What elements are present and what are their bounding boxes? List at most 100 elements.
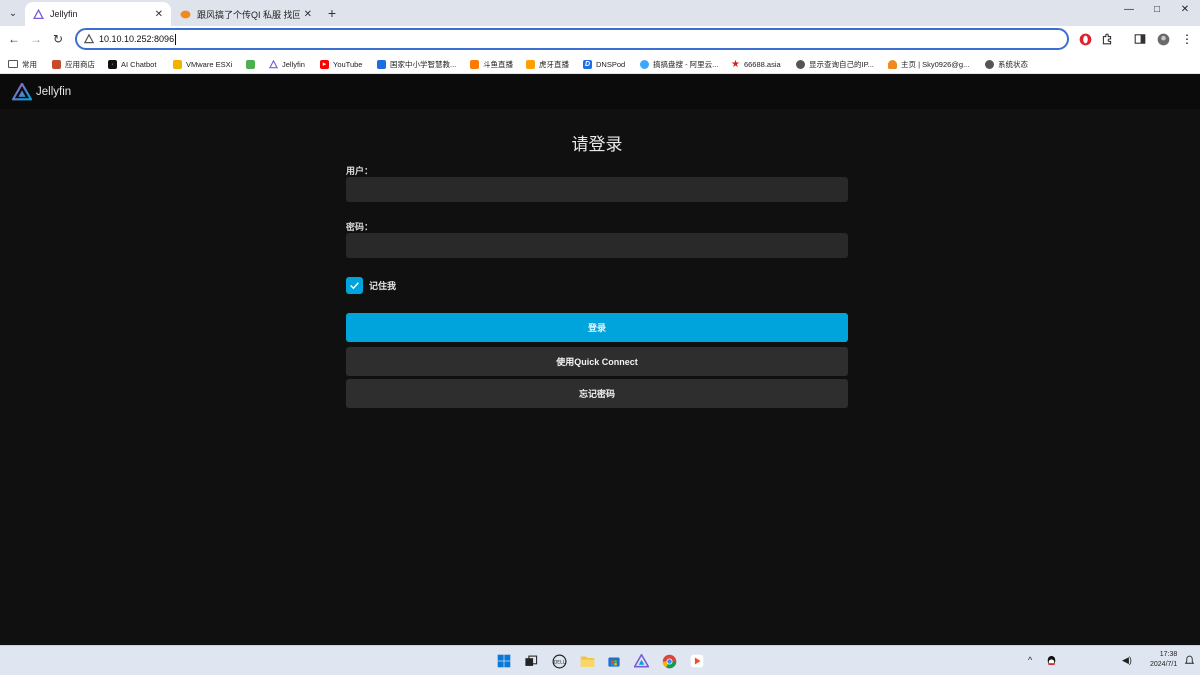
bookmark-item[interactable]: 应用商店: [52, 57, 95, 71]
windows-start-icon[interactable]: [496, 653, 512, 669]
bookmark-label: YouTube: [333, 59, 363, 69]
bookmark-label: 虎牙直播: [539, 59, 569, 69]
media-player-icon[interactable]: [689, 653, 705, 669]
file-explorer-icon[interactable]: [579, 653, 595, 669]
bookmark-label: 应用商店: [65, 59, 95, 69]
close-window-button[interactable]: ✕: [1172, 4, 1198, 15]
tab-forum-post[interactable]: 跟风搞了个传QI 私服 找回以前 ✕: [172, 2, 320, 26]
bookmark-item[interactable]: 常用: [8, 57, 37, 71]
app-icon: [246, 59, 255, 69]
bookmark-label: AI Chatbot: [121, 59, 157, 69]
qq-tray-icon[interactable]: [1046, 655, 1057, 669]
bookmark-item[interactable]: 显示查询自己的IP...: [796, 57, 874, 71]
site-info-icon[interactable]: [83, 33, 95, 45]
store-icon[interactable]: [606, 653, 622, 669]
bookmark-item[interactable]: ★ 66688.asia: [731, 57, 781, 71]
bookmark-label: 显示查询自己的IP...: [809, 59, 874, 69]
url-text: 10.10.10.252:8096: [99, 34, 175, 44]
bookmark-item[interactable]: VMware ESXi: [173, 57, 232, 71]
chatbot-icon: ·: [108, 59, 117, 69]
forum-favicon-icon: [180, 9, 191, 20]
tab-jellyfin[interactable]: Jellyfin ✕: [25, 2, 171, 26]
remember-me-label: 记住我: [369, 281, 397, 291]
bookmark-label: 常用: [22, 59, 37, 69]
notification-bell-icon[interactable]: [1184, 655, 1195, 668]
star-icon: ★: [731, 58, 740, 70]
password-input[interactable]: [346, 233, 848, 258]
clock-date: 2024/7/1: [1150, 661, 1178, 668]
jellyfin-icon: [269, 59, 278, 68]
bookmark-item[interactable]: 虎牙直播: [526, 57, 569, 71]
forgot-password-button[interactable]: 忘记密码: [346, 379, 848, 408]
side-panel-icon[interactable]: [1133, 32, 1147, 46]
bookmark-item[interactable]: 系统状态: [985, 57, 1028, 71]
back-arrow-icon[interactable]: ←: [6, 31, 22, 47]
browser-toolbar: ← → ↻ 10.10.10.252:8096 ⋮: [0, 26, 1200, 53]
volume-icon[interactable]: ◀): [1122, 655, 1132, 666]
tab-title: 跟风搞了个传QI 私服 找回以前: [197, 9, 300, 20]
folder-icon: [8, 60, 18, 68]
system-clock[interactable]: 17:38 2024/7/1: [1150, 650, 1177, 670]
bookmark-item[interactable]: 斗鱼直播: [470, 57, 513, 71]
jellyfin-logo[interactable]: Jellyfin: [12, 83, 71, 101]
remember-me-row[interactable]: 记住我: [346, 277, 396, 294]
bookmark-item[interactable]: D DNSPod: [583, 57, 625, 71]
quick-connect-button[interactable]: 使用Quick Connect: [346, 347, 848, 376]
login-button[interactable]: 登录: [346, 313, 848, 342]
vmware-icon: [173, 59, 182, 69]
bookmark-item[interactable]: ▸ YouTube: [320, 57, 362, 71]
minimize-button[interactable]: —: [1116, 4, 1142, 15]
browser-menu-icon[interactable]: ⋮: [1180, 32, 1194, 46]
bookmark-item[interactable]: Jellyfin: [269, 57, 305, 71]
jellyfin-icon[interactable]: [633, 653, 649, 669]
logo-text: Jellyfin: [36, 86, 72, 98]
huya-icon: [526, 59, 535, 69]
chrome-icon[interactable]: [661, 653, 677, 669]
tray-overflow-chevron-icon[interactable]: ^: [1028, 655, 1032, 665]
bookmark-label: VMware ESXi: [186, 59, 233, 69]
globe-icon: [985, 59, 994, 69]
extensions-puzzle-icon[interactable]: [1100, 32, 1114, 46]
dell-icon[interactable]: DELL: [551, 653, 567, 669]
bookmark-item[interactable]: 国家中小学智慧教...: [377, 57, 456, 71]
password-label: 密码：: [346, 222, 374, 232]
pansou-icon: [640, 59, 649, 69]
bookmark-item[interactable]: [246, 57, 259, 71]
task-view-icon[interactable]: [523, 653, 539, 669]
clock-time: 17:38: [1159, 651, 1178, 658]
tab-search-chevron-icon[interactable]: ⌄: [4, 4, 22, 22]
username-input[interactable]: [346, 177, 848, 202]
bookmarks-bar: 常用 应用商店 · AI Chatbot VMware ESXi Jellyfi…: [0, 53, 1200, 74]
profile-avatar-icon[interactable]: [1156, 32, 1170, 46]
opera-extension-icon[interactable]: [1078, 32, 1092, 46]
forward-arrow-icon[interactable]: →: [28, 31, 44, 47]
page-title: 请登录: [571, 135, 623, 154]
tab-close-icon[interactable]: ✕: [304, 9, 312, 20]
maximize-button[interactable]: □: [1144, 4, 1170, 15]
bookmark-item[interactable]: · AI Chatbot: [108, 57, 156, 71]
bookmark-label: 搞搞盘搜 - 阿里云...: [653, 59, 719, 69]
os-taskbar: DELL ^ ◀) 17:38 2024/7/1: [0, 645, 1200, 675]
bookmark-label: DNSPod: [596, 59, 626, 69]
douyu-icon: [470, 59, 479, 69]
bookmark-label: 国家中小学智慧教...: [390, 59, 457, 69]
globe-icon: [796, 59, 805, 69]
jellyfin-logo-icon: [12, 83, 32, 101]
bookmark-label: 主页 | Sky0926@g...: [901, 59, 970, 69]
browser-tabstrip: ⌄ Jellyfin ✕ 跟风搞了个传QI 私服 找回以前 ✕ + — □ ✕: [0, 0, 1200, 26]
bookmark-label: 斗鱼直播: [483, 59, 513, 69]
tab-close-icon[interactable]: ✕: [155, 9, 163, 20]
store-icon: [52, 59, 61, 69]
remember-me-checkbox[interactable]: [346, 277, 363, 294]
bookmark-label: Jellyfin: [282, 59, 305, 69]
reload-icon[interactable]: ↻: [50, 31, 66, 47]
bookmark-item[interactable]: 搞搞盘搜 - 阿里云...: [640, 57, 718, 71]
youtube-icon: ▸: [320, 59, 329, 69]
app-header: [0, 75, 1200, 109]
address-bar[interactable]: 10.10.10.252:8096: [75, 28, 1069, 50]
bookmark-item[interactable]: 主页 | Sky0926@g...: [888, 57, 969, 71]
new-tab-plus-icon[interactable]: +: [324, 4, 340, 22]
tab-title: Jellyfin: [50, 9, 78, 19]
dnspod-icon: D: [583, 59, 592, 69]
jellyfin-favicon-icon: [33, 8, 44, 20]
